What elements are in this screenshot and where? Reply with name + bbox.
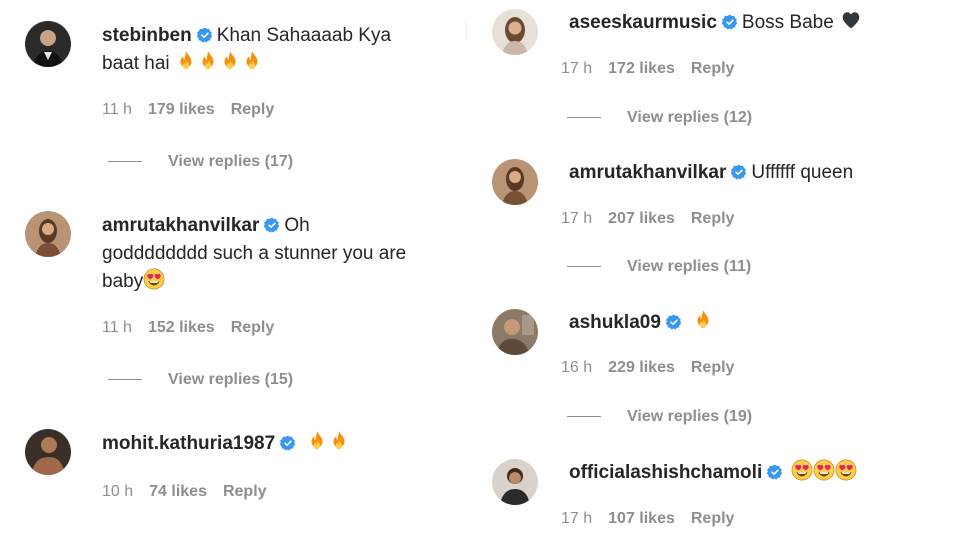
username[interactable]: mohit.kathuria1987 <box>102 433 275 454</box>
avatar[interactable] <box>492 159 538 205</box>
comment-text: Uffffff queen <box>751 162 854 183</box>
view-replies-button[interactable]: View replies (19) <box>567 408 752 426</box>
reply-button[interactable]: Reply <box>231 101 275 119</box>
comment-text: Boss Babe <box>741 12 834 33</box>
username[interactable]: amrutakhanvilkar <box>569 162 726 183</box>
username[interactable]: amrutakhanvilkar <box>102 215 259 236</box>
comment-meta: 10 h 74 likes Reply <box>102 483 283 501</box>
replies-dash <box>567 416 601 418</box>
avatar[interactable] <box>492 309 538 355</box>
avatar[interactable] <box>25 21 71 67</box>
avatar[interactable] <box>25 211 71 257</box>
comment-meta: 11 h 179 likes Reply <box>102 101 290 119</box>
avatar[interactable] <box>492 459 538 505</box>
reply-button[interactable]: Reply <box>691 60 735 78</box>
comment-meta: 17 h 172 likes Reply <box>561 60 750 78</box>
verified-badge-icon <box>722 14 738 30</box>
reply-button[interactable]: Reply <box>691 359 735 377</box>
reply-button[interactable]: Reply <box>691 510 735 528</box>
username[interactable]: ashukla09 <box>569 312 661 333</box>
likes-count[interactable]: 172 likes <box>608 60 675 78</box>
reply-button[interactable]: Reply <box>223 483 267 501</box>
comment-meta: 16 h 229 likes Reply <box>561 359 750 377</box>
username[interactable]: officialashishchamoli <box>569 462 762 483</box>
view-replies-label: View replies (11) <box>627 258 752 275</box>
verified-badge-icon <box>666 314 682 330</box>
comment-time: 17 h <box>561 60 593 77</box>
comment-time: 17 h <box>561 510 593 527</box>
heart-eyes-emoji-icon <box>143 268 165 299</box>
view-replies-button[interactable]: View replies (11) <box>567 258 751 276</box>
view-replies-label: View replies (19) <box>627 408 753 425</box>
likes-count[interactable]: 179 likes <box>148 101 215 119</box>
username[interactable]: stebinben <box>102 25 192 46</box>
username[interactable]: aseeskaurmusic <box>569 12 717 33</box>
reply-button[interactable]: Reply <box>691 210 735 228</box>
heart-eyes-emoji-icon <box>791 459 857 490</box>
comment-meta: 17 h 107 likes Reply <box>561 510 750 528</box>
view-replies-label: View replies (12) <box>627 109 753 126</box>
comment-meta: 17 h 207 likes Reply <box>561 210 750 228</box>
view-replies-label: View replies (15) <box>168 371 294 388</box>
verified-badge-icon <box>767 464 783 480</box>
likes-count[interactable]: 207 likes <box>608 210 675 228</box>
avatar[interactable] <box>492 9 538 55</box>
comment-text: Oh <box>284 215 310 236</box>
comment-time: 11 h <box>102 101 132 118</box>
comment-time: 11 h <box>102 319 132 336</box>
comment-meta: 11 h 152 likes Reply <box>102 319 290 337</box>
comment-text: baby <box>102 271 144 292</box>
replies-dash <box>567 266 601 268</box>
likes-count[interactable]: 152 likes <box>148 319 215 337</box>
verified-badge-icon <box>280 435 296 451</box>
verified-badge-icon <box>264 217 280 233</box>
likes-count[interactable]: 229 likes <box>608 359 675 377</box>
likes-count[interactable]: 74 likes <box>149 483 207 501</box>
column-divider <box>466 20 467 40</box>
fire-emoji-icon <box>692 309 714 340</box>
comment-text: godddddddd such a stunner you are <box>102 243 407 264</box>
comment-time: 16 h <box>561 359 593 376</box>
fire-emoji-icon <box>175 50 263 81</box>
comment-text: Khan Sahaaaab Kya <box>216 25 392 46</box>
likes-count[interactable]: 107 likes <box>608 510 675 528</box>
replies-dash <box>567 117 601 119</box>
comment-text: baat hai <box>102 53 170 74</box>
comment-time: 10 h <box>102 483 134 500</box>
view-replies-button[interactable]: View replies (15) <box>108 371 293 389</box>
fire-emoji-icon <box>306 430 350 461</box>
replies-dash <box>108 379 142 381</box>
avatar[interactable] <box>25 429 71 475</box>
view-replies-button[interactable]: View replies (12) <box>567 109 752 127</box>
view-replies-label: View replies (17) <box>168 153 294 170</box>
view-replies-button[interactable]: View replies (17) <box>108 153 293 171</box>
black-heart-emoji-icon <box>840 9 862 40</box>
reply-button[interactable]: Reply <box>231 319 275 337</box>
verified-badge-icon <box>197 27 213 43</box>
verified-badge-icon <box>731 164 747 180</box>
comment-time: 17 h <box>561 210 593 227</box>
replies-dash <box>108 161 142 163</box>
